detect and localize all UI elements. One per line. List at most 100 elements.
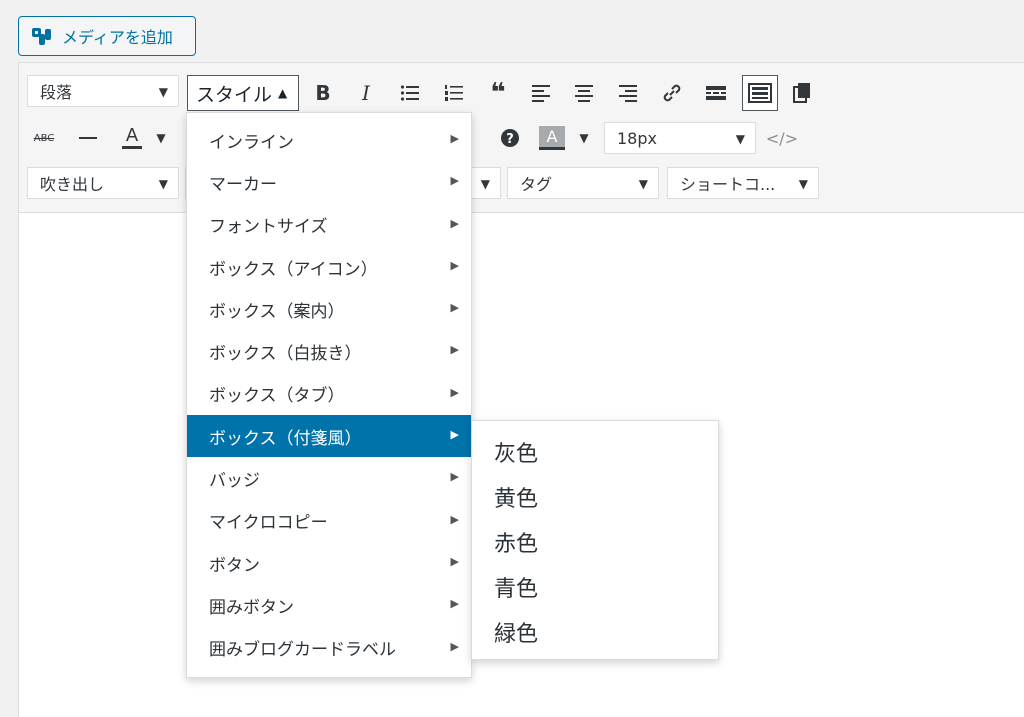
menu-item-box-sticky-note[interactable]: ボックス（付箋風） ▶ xyxy=(187,415,471,458)
svg-text:?: ? xyxy=(506,132,514,147)
menu-item-label: フォントサイズ xyxy=(209,217,328,238)
caret-right-icon: ▶ xyxy=(450,512,459,526)
bold-button[interactable]: B xyxy=(306,76,340,110)
horizontal-line-button[interactable] xyxy=(71,121,105,155)
help-button[interactable]: ? xyxy=(493,121,527,155)
menu-item-box-guide[interactable]: ボックス（案内） ▶ xyxy=(187,288,471,330)
balloon-select[interactable]: 吹き出し ▼ xyxy=(27,167,179,199)
copy-button[interactable] xyxy=(785,76,819,110)
text-color-button[interactable]: A xyxy=(115,121,149,155)
menu-item-label: 囲みブログカードラベル xyxy=(209,640,396,661)
caret-right-icon: ▶ xyxy=(450,639,459,653)
caret-right-icon: ▶ xyxy=(450,385,459,399)
align-left-icon xyxy=(532,85,550,102)
submenu-item-gray[interactable]: 灰色 xyxy=(472,429,718,474)
strikethrough-button[interactable]: ABC xyxy=(27,121,61,155)
chevron-down-icon: ▼ xyxy=(158,85,168,99)
menu-item-blogcard-label[interactable]: 囲みブログカードラベル ▶ xyxy=(187,627,471,669)
submenu-item-label: 緑色 xyxy=(494,621,539,647)
tag-select-value: タグ xyxy=(520,175,553,194)
align-center-icon xyxy=(575,85,593,102)
code-button[interactable]: </> xyxy=(765,121,799,155)
strikethrough-icon: ABC xyxy=(33,132,55,144)
chevron-down-icon: ▼ xyxy=(156,131,166,145)
menu-item-label: ボックス（タブ） xyxy=(209,386,345,407)
add-media-button[interactable]: メディアを追加 xyxy=(18,16,196,56)
format-select-value: 段落 xyxy=(40,83,73,102)
shortcode-select-value: ショートコ... xyxy=(680,175,776,194)
font-size-select-value: 18px xyxy=(617,128,657,148)
chevron-down-icon: ▼ xyxy=(480,177,490,191)
italic-button[interactable]: I xyxy=(349,76,383,110)
caret-right-icon: ▶ xyxy=(450,258,459,272)
caret-right-icon: ▶ xyxy=(450,132,459,145)
menu-item-label: 囲みボタン xyxy=(209,597,294,618)
style-button-label: スタイル xyxy=(196,83,273,106)
editor-toolbar: 段落 ▼ スタイル ▲ B I ❝ ABC A ▼ ? A ▼ 18px ▼ <… xyxy=(19,63,1024,213)
menu-item-microcopy[interactable]: マイクロコピー ▶ xyxy=(187,500,471,542)
submenu-item-label: 青色 xyxy=(494,576,539,602)
menu-item-button[interactable]: ボタン ▶ xyxy=(187,542,471,584)
caret-right-icon: ▶ xyxy=(450,174,459,188)
font-size-select[interactable]: 18px ▼ xyxy=(604,122,756,154)
code-icon: </> xyxy=(765,128,799,148)
toolbar-toggle-button[interactable] xyxy=(742,75,778,111)
shortcode-select[interactable]: ショートコ... ▼ xyxy=(667,167,819,199)
read-more-button[interactable] xyxy=(699,76,733,110)
chevron-down-icon: ▼ xyxy=(735,132,745,146)
caret-right-icon: ▶ xyxy=(450,343,459,357)
blockquote-icon: ❝ xyxy=(490,78,506,108)
background-color-dropdown[interactable]: ▼ xyxy=(572,121,596,155)
submenu-item-yellow[interactable]: 黄色 xyxy=(472,474,718,519)
format-select[interactable]: 段落 ▼ xyxy=(27,75,179,107)
menu-item-label: ボタン xyxy=(209,555,260,576)
menu-item-box-outline[interactable]: ボックス（白抜き） ▶ xyxy=(187,330,471,372)
caret-right-icon: ▶ xyxy=(450,301,459,315)
bullet-list-icon xyxy=(400,85,419,101)
text-color-dropdown[interactable]: ▼ xyxy=(149,121,173,155)
style-button[interactable]: スタイル ▲ xyxy=(187,75,299,111)
caret-right-icon: ▶ xyxy=(450,554,459,568)
copy-icon xyxy=(793,83,810,103)
submenu-item-green[interactable]: 緑色 xyxy=(472,609,718,654)
menu-item-box-tab[interactable]: ボックス（タブ） ▶ xyxy=(187,373,471,415)
menu-item-label: ボックス（案内） xyxy=(209,301,345,322)
help-icon: ? xyxy=(501,129,519,147)
menu-item-outline-button[interactable]: 囲みボタン ▶ xyxy=(187,584,471,626)
submenu-item-label: 赤色 xyxy=(494,531,539,557)
menu-item-inline[interactable]: インライン ▶ xyxy=(187,119,471,161)
chevron-down-icon: ▼ xyxy=(158,177,168,191)
menu-item-label: インライン xyxy=(209,132,294,153)
italic-icon: I xyxy=(362,81,370,105)
background-color-button[interactable]: A xyxy=(535,121,569,155)
menu-item-box-icon[interactable]: ボックス（アイコン） ▶ xyxy=(187,246,471,288)
blockquote-button[interactable]: ❝ xyxy=(481,76,515,110)
numbered-list-icon xyxy=(445,85,463,101)
submenu-item-label: 灰色 xyxy=(494,441,539,467)
text-color-icon: A xyxy=(125,125,139,146)
link-icon xyxy=(663,84,681,102)
tag-select[interactable]: タグ ▼ xyxy=(507,167,659,199)
caret-right-icon: ▶ xyxy=(450,428,459,442)
chevron-down-icon: ▼ xyxy=(579,131,589,145)
numbered-list-button[interactable] xyxy=(437,76,471,110)
sticky-note-submenu: 灰色 黄色 赤色 青色 緑色 xyxy=(471,420,719,660)
bullet-list-button[interactable] xyxy=(393,76,427,110)
menu-item-label: ボックス（白抜き） xyxy=(209,344,362,365)
link-button[interactable] xyxy=(655,76,689,110)
submenu-item-red[interactable]: 赤色 xyxy=(472,519,718,564)
menu-item-font-size[interactable]: フォントサイズ ▶ xyxy=(187,204,471,246)
horizontal-line-icon xyxy=(79,137,97,139)
submenu-item-blue[interactable]: 青色 xyxy=(472,564,718,609)
caret-right-icon: ▶ xyxy=(450,597,459,611)
submenu-item-label: 黄色 xyxy=(494,486,539,512)
style-dropdown-menu: インライン ▶ マーカー ▶ フォントサイズ ▶ ボックス（アイコン） ▶ ボックス（案… xyxy=(186,112,472,678)
background-color-icon: A xyxy=(539,126,565,150)
bold-icon: B xyxy=(315,81,331,105)
menu-item-marker[interactable]: マーカー ▶ xyxy=(187,161,471,203)
menu-item-badge[interactable]: バッジ ▶ xyxy=(187,457,471,499)
align-right-button[interactable] xyxy=(611,76,645,110)
chevron-down-icon: ▼ xyxy=(798,177,808,191)
align-center-button[interactable] xyxy=(567,76,601,110)
align-left-button[interactable] xyxy=(524,76,558,110)
